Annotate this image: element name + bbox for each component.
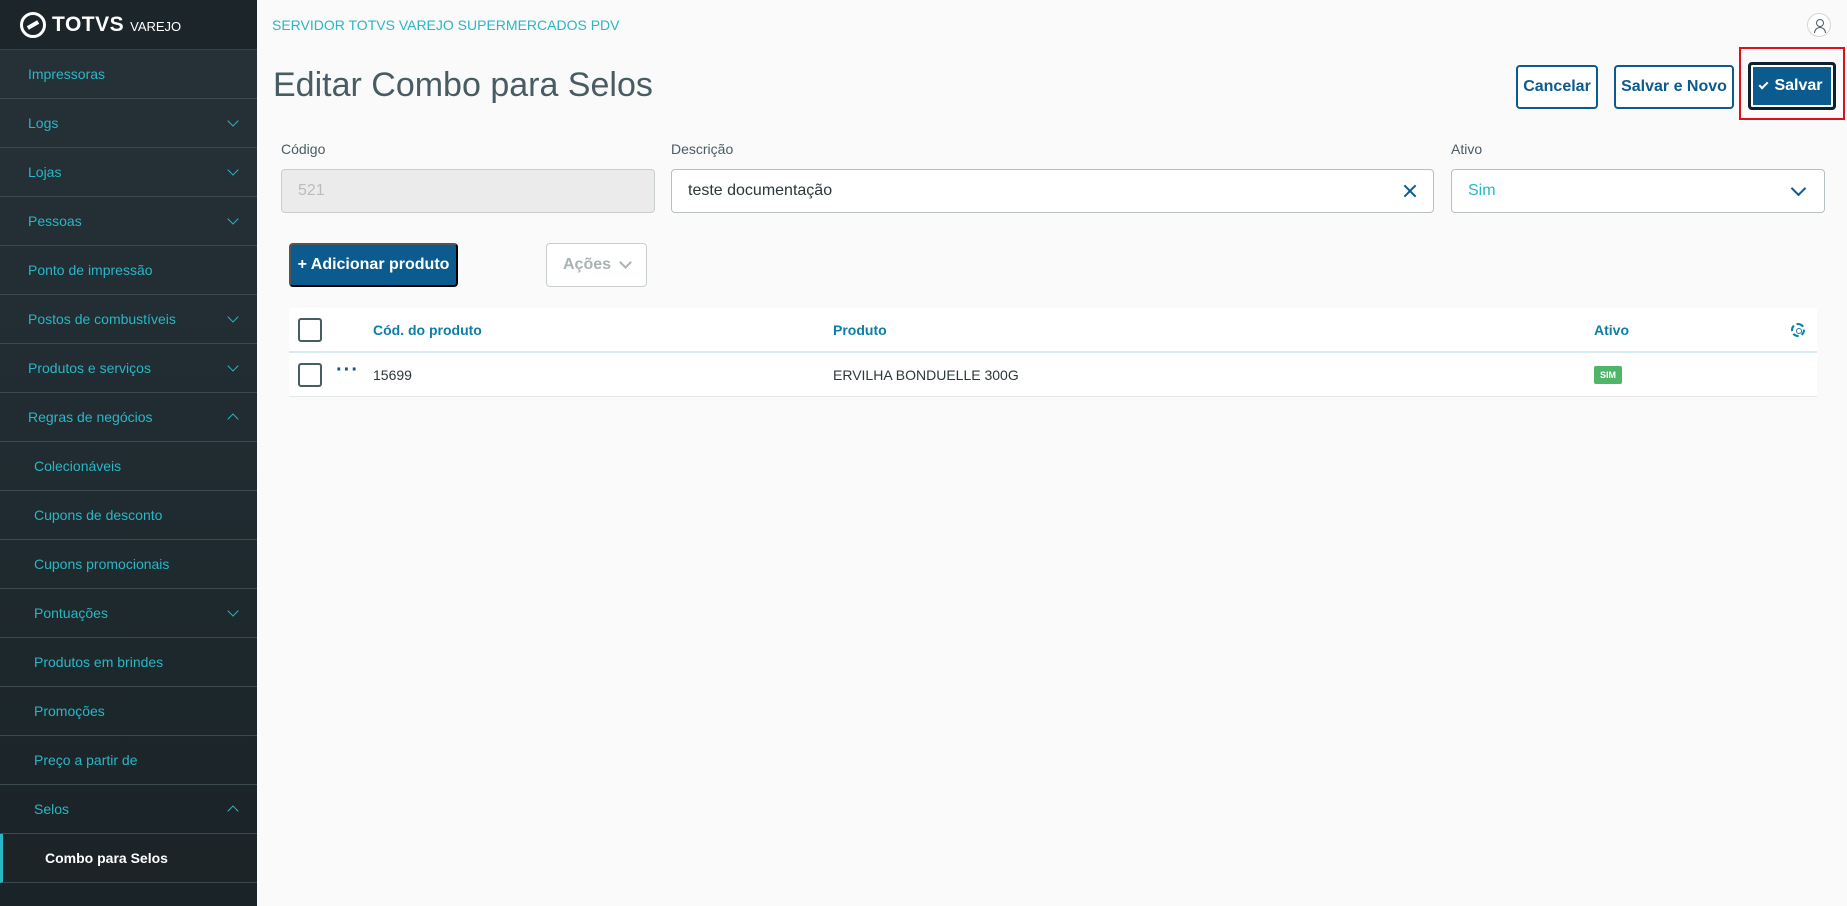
sidebar-item-label: Impressoras xyxy=(28,66,106,82)
sidebar-item-pontuacoes[interactable]: Pontuações xyxy=(0,589,257,638)
sidebar-item-label: Selos xyxy=(34,801,70,817)
table-header: Cód. do produto Produto Ativo xyxy=(289,308,1817,353)
chevron-down-icon xyxy=(227,311,239,323)
sidebar-item-label: Lojas xyxy=(28,164,62,180)
sidebar-item-postos[interactable]: Postos de combustíveis xyxy=(0,295,257,344)
codigo-value: 521 xyxy=(298,182,325,199)
ativo-select[interactable]: Sim xyxy=(1451,169,1825,213)
row-checkbox[interactable] xyxy=(298,363,322,387)
sidebar-item-label: Produtos e serviços xyxy=(28,360,151,376)
sidebar-menu: Impressoras Logs Lojas Pessoas Ponto de … xyxy=(0,50,257,883)
sidebar-item-label: Regras de negócios xyxy=(28,409,153,425)
sidebar-item-label: Preço a partir de xyxy=(34,752,138,768)
sidebar-item-label: Logs xyxy=(28,115,59,131)
codigo-label: Código xyxy=(281,141,326,157)
descricao-field[interactable]: teste documentação xyxy=(671,169,1434,213)
page-title: Editar Combo para Selos xyxy=(273,66,653,104)
chevron-up-icon xyxy=(227,805,239,817)
descricao-value: teste documentação xyxy=(688,182,833,199)
products-table: Cód. do produto Produto Ativo ··· 15699 … xyxy=(289,308,1817,397)
user-icon[interactable] xyxy=(1807,13,1831,37)
brand-name: TOTVS xyxy=(52,12,125,36)
sidebar-item-preco-partir[interactable]: Preço a partir de xyxy=(0,736,257,785)
row-actions-ellipsis-icon[interactable]: ··· xyxy=(336,360,359,380)
sidebar-item-label: Produtos em brindes xyxy=(34,654,164,670)
actions-dropdown: Ações xyxy=(546,243,647,287)
sidebar-item-selos[interactable]: Selos xyxy=(0,785,257,834)
sidebar: TOTVS VAREJO Impressoras Logs Lojas Pess… xyxy=(0,0,257,906)
sidebar-item-label: Cupons promocionais xyxy=(34,556,170,572)
column-header-ativo[interactable]: Ativo xyxy=(1594,322,1629,338)
sidebar-item-lojas[interactable]: Lojas xyxy=(0,148,257,197)
sidebar-item-ponto-impressao[interactable]: Ponto de impressão xyxy=(0,246,257,295)
sidebar-item-cupons-promocionais[interactable]: Cupons promocionais xyxy=(0,540,257,589)
sidebar-item-combo-selos[interactable]: Combo para Selos xyxy=(0,834,257,883)
sidebar-item-label: Combo para Selos xyxy=(45,850,168,866)
settings-gear-icon[interactable] xyxy=(1791,323,1805,337)
sidebar-item-label: Promoções xyxy=(34,703,105,719)
codigo-field: 521 xyxy=(281,169,655,213)
server-title: SERVIDOR TOTVS VAREJO SUPERMERCADOS PDV xyxy=(272,17,620,33)
column-header-codigo[interactable]: Cód. do produto xyxy=(373,322,482,338)
status-badge: SIM xyxy=(1594,366,1623,384)
descricao-label: Descrição xyxy=(671,141,734,157)
totvs-logo-icon xyxy=(20,11,46,38)
sidebar-item-promocoes[interactable]: Promoções xyxy=(0,687,257,736)
cell-produto: ERVILHA BONDUELLE 300G xyxy=(833,367,1019,383)
ativo-label: Ativo xyxy=(1451,141,1483,157)
select-all-checkbox[interactable] xyxy=(298,318,322,342)
add-product-button[interactable]: + Adicionar produto xyxy=(289,243,458,287)
chevron-down-icon xyxy=(227,360,239,372)
sidebar-item-regras-negocios[interactable]: Regras de negócios xyxy=(0,393,257,442)
brand[interactable]: TOTVS VAREJO xyxy=(0,0,257,50)
cancel-button[interactable]: Cancelar xyxy=(1516,65,1598,109)
sidebar-item-label: Cupons de desconto xyxy=(34,507,163,523)
chevron-down-icon xyxy=(619,256,632,269)
sidebar-item-label: Colecionáveis xyxy=(34,458,122,474)
sidebar-item-produtos-brindes[interactable]: Produtos em brindes xyxy=(0,638,257,687)
column-header-produto[interactable]: Produto xyxy=(833,322,887,338)
sidebar-item-label: Pessoas xyxy=(28,213,82,229)
actions-label: Ações xyxy=(562,256,612,273)
sidebar-item-label: Pontuações xyxy=(34,605,108,621)
chevron-down-icon xyxy=(1790,180,1807,197)
chevron-down-icon xyxy=(227,164,239,176)
sidebar-item-pessoas[interactable]: Pessoas xyxy=(0,197,257,246)
save-button[interactable]: Salvar xyxy=(1748,62,1836,110)
sidebar-item-impressoras[interactable]: Impressoras xyxy=(0,50,257,99)
chevron-up-icon xyxy=(227,413,239,425)
sidebar-item-label: Ponto de impressão xyxy=(28,262,153,278)
topbar: SERVIDOR TOTVS VAREJO SUPERMERCADOS PDV xyxy=(257,0,1847,50)
sidebar-item-colecionaveis[interactable]: Colecionáveis xyxy=(0,442,257,491)
chevron-down-icon xyxy=(227,605,239,617)
table-row: ··· 15699 ERVILHA BONDUELLE 300G SIM xyxy=(289,353,1817,397)
save-and-new-button[interactable]: Salvar e Novo xyxy=(1614,65,1734,109)
sidebar-item-cupons-desconto[interactable]: Cupons de desconto xyxy=(0,491,257,540)
clear-icon[interactable] xyxy=(1401,182,1419,200)
chevron-down-icon xyxy=(227,115,239,127)
sidebar-item-produtos-servicos[interactable]: Produtos e serviços xyxy=(0,344,257,393)
cell-codigo: 15699 xyxy=(373,367,412,383)
sidebar-item-logs[interactable]: Logs xyxy=(0,99,257,148)
sidebar-item-label: Postos de combustíveis xyxy=(28,311,176,327)
check-icon xyxy=(1759,79,1769,89)
save-button-label: Salvar xyxy=(1774,77,1823,94)
ativo-value: Sim xyxy=(1468,182,1496,199)
chevron-down-icon xyxy=(227,213,239,225)
brand-sub: VAREJO xyxy=(130,19,182,34)
